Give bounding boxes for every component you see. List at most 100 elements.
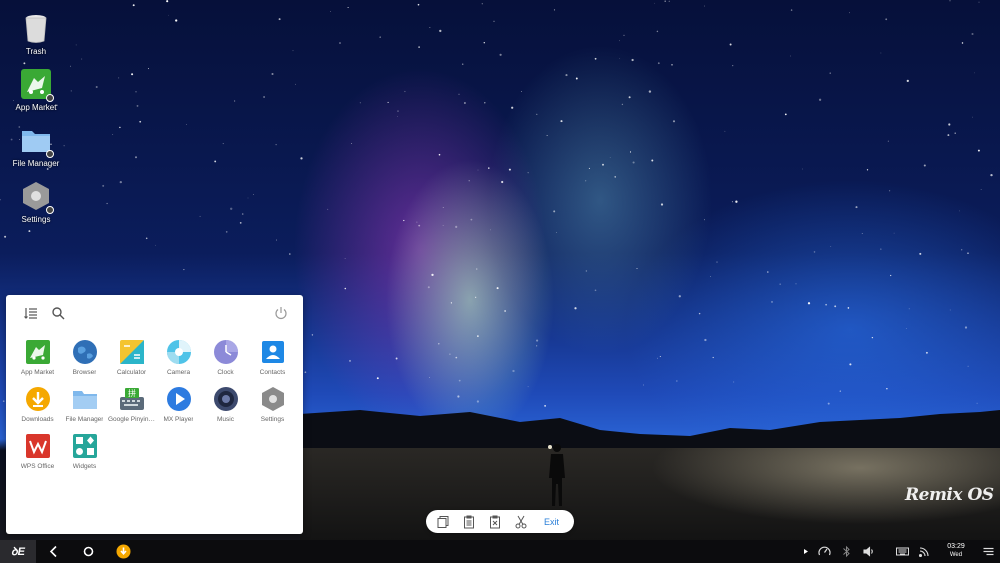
star [871, 336, 874, 339]
app-tile-settings[interactable]: Settings [249, 386, 296, 433]
star [849, 12, 851, 14]
app-label: MX Player [163, 416, 194, 423]
star [397, 110, 399, 112]
start-button[interactable]: ꝺE [0, 540, 36, 563]
star [511, 106, 514, 109]
cut-icon[interactable] [514, 515, 528, 529]
star [429, 377, 430, 378]
star [629, 151, 632, 153]
star [349, 359, 351, 362]
app-tile-file-manager[interactable]: File Manager [61, 386, 108, 433]
desktop-icon-label: App Market [15, 103, 57, 112]
app-tile-widgets[interactable]: Widgets [61, 433, 108, 480]
star [887, 140, 889, 142]
sort-list-icon[interactable] [24, 306, 38, 320]
volume-icon[interactable] [861, 544, 876, 559]
notification-menu-icon[interactable] [981, 544, 996, 559]
star [468, 180, 470, 182]
star [155, 244, 156, 246]
paste-icon[interactable] [462, 515, 476, 529]
app-tile-browser[interactable]: Browser [61, 339, 108, 386]
clipboard-delete-icon[interactable] [488, 515, 502, 529]
star [555, 232, 557, 233]
desktop-icon-app-market[interactable]: App Market [10, 68, 62, 112]
back-icon[interactable] [46, 544, 61, 559]
star [496, 287, 499, 290]
star [527, 386, 529, 388]
star [427, 286, 430, 289]
desktop-icon-settings[interactable]: Settings [10, 180, 62, 224]
desktop-icon-trash[interactable]: Trash [10, 12, 62, 56]
star [112, 134, 114, 135]
star [119, 180, 122, 184]
speedometer-icon[interactable] [817, 544, 832, 559]
star [980, 189, 982, 190]
app-tile-wps-office[interactable]: WPS Office [14, 433, 61, 480]
star [527, 172, 529, 174]
star [247, 197, 249, 199]
play-icon [166, 387, 191, 411]
wallpaper-ground [300, 448, 1000, 540]
bluetooth-icon[interactable] [839, 544, 854, 559]
app-tile-calculator[interactable]: Calculator [108, 339, 155, 386]
app-label: Camera [166, 369, 191, 376]
star [438, 153, 441, 156]
star [63, 145, 65, 147]
app-tile-google-pinyin[interactable]: 拼 Google Pinyin I... [108, 386, 155, 433]
search-icon[interactable] [51, 306, 65, 320]
star [404, 90, 406, 93]
star [418, 46, 420, 48]
home-icon[interactable] [81, 544, 96, 559]
clock-day: Wed [949, 552, 963, 558]
exit-button[interactable]: Exit [544, 517, 559, 527]
app-label: Google Pinyin I... [108, 416, 155, 423]
taskbar: ꝺE 03:29 Wed [0, 540, 1000, 563]
star [304, 371, 307, 374]
app-tile-mx-player[interactable]: MX Player [155, 386, 202, 433]
app-tile-app-market[interactable]: App Market [14, 339, 61, 386]
network-icon[interactable] [917, 544, 932, 559]
star [767, 271, 769, 273]
clock[interactable]: 03:29 Wed [940, 543, 972, 559]
app-tile-music[interactable]: Music [202, 386, 249, 433]
star [397, 116, 398, 117]
star [477, 335, 479, 337]
star [602, 163, 604, 166]
downloads-taskbar-icon[interactable] [116, 544, 131, 559]
star [880, 52, 882, 54]
star [905, 327, 907, 329]
tray-expand-icon[interactable] [798, 544, 813, 559]
star [106, 202, 108, 205]
star [347, 6, 349, 9]
app-tile-clock[interactable]: Clock [202, 339, 249, 386]
star [802, 168, 803, 170]
star [439, 29, 442, 33]
star [779, 283, 781, 285]
star [0, 198, 1, 201]
power-icon[interactable] [274, 306, 288, 320]
star [807, 302, 811, 305]
star [967, 365, 969, 367]
star [417, 3, 420, 6]
star [771, 300, 773, 303]
star [829, 72, 831, 74]
star [457, 395, 460, 398]
app-label: Calculator [116, 369, 147, 376]
app-tile-camera[interactable]: Camera [155, 339, 202, 386]
star [657, 62, 660, 65]
wps-icon [25, 434, 50, 458]
star [438, 343, 440, 345]
star [959, 210, 960, 212]
desktop-icon-file-manager[interactable]: File Manager [10, 124, 62, 168]
app-tile-contacts[interactable]: Contacts [249, 339, 296, 386]
desktop-icon-label: Trash [25, 47, 47, 56]
star [4, 235, 7, 238]
keyboard-icon[interactable] [895, 544, 910, 559]
star [961, 42, 964, 44]
star [461, 63, 464, 65]
copy-icon[interactable] [436, 515, 450, 529]
star [442, 224, 444, 226]
star [954, 132, 956, 134]
app-tile-downloads[interactable]: Downloads [14, 386, 61, 433]
camera-icon [166, 340, 191, 364]
